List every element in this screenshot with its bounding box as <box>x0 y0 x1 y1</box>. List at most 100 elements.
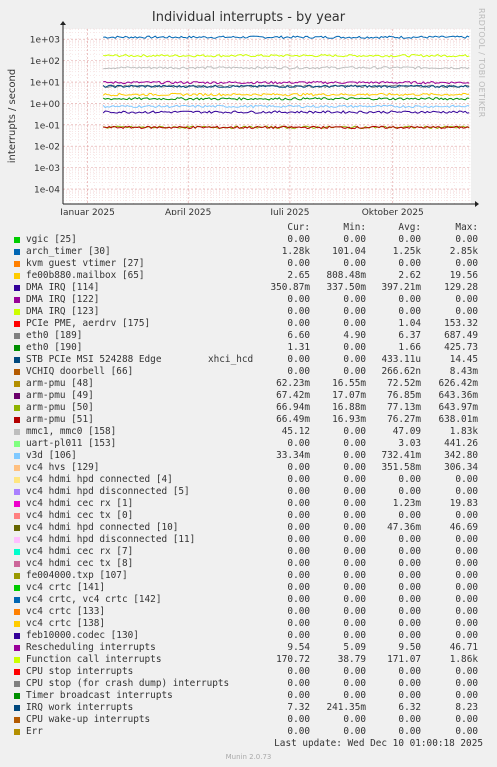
legend-value-max: 643.97m <box>438 402 478 413</box>
legend-value-max: 306.34 <box>444 462 478 473</box>
legend-value-max: 0.00 <box>455 582 478 593</box>
legend-swatch <box>14 333 20 339</box>
legend-name: Rescheduling interrupts <box>26 642 156 653</box>
legend-swatch <box>14 441 20 447</box>
legend-value-max: 643.36m <box>438 390 478 401</box>
x-axis-arrow <box>475 201 479 207</box>
legend-swatch <box>14 489 20 495</box>
y-axis-label: interrupts / second <box>7 69 18 163</box>
legend-value-max: 0.00 <box>455 618 478 629</box>
legend-swatch <box>14 537 20 543</box>
legend-name: arch_timer [30] <box>26 246 111 257</box>
legend-name: Err <box>26 726 43 737</box>
legend-name: fe00b880.mailbox [65] <box>26 270 145 281</box>
legend-swatch <box>14 321 20 327</box>
legend-swatch <box>14 705 20 711</box>
legend-name: uart-pl011 [153] <box>26 438 117 449</box>
legend-value-max: 626.42m <box>438 378 478 389</box>
legend-swatch <box>14 693 20 699</box>
legend-column-max: Max: <box>455 222 478 233</box>
munin-version: Munin 2.0.73 <box>225 753 272 761</box>
x-tick-label: Oktober 2025 <box>362 208 424 215</box>
y-tick-label: 1e-01 <box>34 121 60 131</box>
legend-name: arm-pmu [49] <box>26 390 94 401</box>
last-update: Last update: Wed Dec 10 01:00:18 2025 <box>274 738 483 749</box>
legend-value-max: 19.83 <box>449 498 478 509</box>
legend-swatch <box>14 477 20 483</box>
legend-swatch <box>14 717 20 723</box>
legend-swatch <box>14 657 20 663</box>
legend-name: CPU wake-up interrupts <box>26 714 151 725</box>
legend-name: vc4 hvs [129] <box>26 462 100 473</box>
legend-name: vc4 hdmi cec rx [1] <box>26 498 134 509</box>
x-tick-label: Januar 2025 <box>59 208 115 215</box>
y-tick-label: 1e-04 <box>34 186 60 196</box>
legend-value-max: 8.23 <box>455 702 478 713</box>
legend-swatch <box>14 549 20 555</box>
legend-swatch <box>14 417 20 423</box>
legend-name: IRQ work interrupts <box>26 702 134 713</box>
legend-swatch <box>14 309 20 315</box>
legend-name: PCIe PME, aerdrv [175] <box>26 318 151 329</box>
legend-name: arm-pmu [50] <box>26 402 94 413</box>
legend-swatch <box>14 681 20 687</box>
legend-value-max: 425.73 <box>444 342 478 353</box>
legend-name: vc4 crtc, vc4 crtc [142] <box>26 594 162 605</box>
legend-value-max: 0.00 <box>455 294 478 305</box>
legend-value-max: 0.00 <box>455 606 478 617</box>
legend-name: VCHIQ doorbell [66] <box>26 366 134 377</box>
legend-value-max: 441.26 <box>444 438 478 449</box>
legend-swatch <box>14 285 20 291</box>
legend-name: vc4 hdmi hpd connected [10] <box>26 522 179 533</box>
legend-name: arm-pmu [48] <box>26 378 94 389</box>
legend-name: vc4 hdmi hpd connected [4] <box>26 474 173 485</box>
legend-swatch <box>14 429 20 435</box>
legend-name: v3d [106] <box>26 450 77 461</box>
legend-swatch <box>14 525 20 531</box>
legend-name: Function call interrupts <box>26 654 162 665</box>
legend-value-max: 0.00 <box>455 306 478 317</box>
legend-value-max: 687.49 <box>444 330 478 341</box>
legend-value-max: 14.45 <box>449 354 478 365</box>
legend-value-max: 153.32 <box>444 318 478 329</box>
legend-value-max: 0.00 <box>455 570 478 581</box>
legend-name: arm-pmu [51] <box>26 414 94 425</box>
legend-value-max: 0.00 <box>455 558 478 569</box>
y-tick-label: 1e+01 <box>30 79 60 89</box>
legend-value-max: 0.00 <box>455 510 478 521</box>
legend-name: vc4 crtc [133] <box>26 606 106 617</box>
legend-name: feb10000.codec [130] <box>26 630 139 641</box>
legend-value-max: 2.85k <box>449 246 478 257</box>
legend-swatch <box>14 501 20 507</box>
legend-value-max: 19.56 <box>449 270 478 281</box>
legend-name: DMA IRQ [122] <box>26 294 100 305</box>
legend-name: vc4 hdmi cec rx [7] <box>26 546 134 557</box>
legend-value-max: 342.80 <box>444 450 478 461</box>
y-tick-label: 1e-03 <box>34 164 60 174</box>
legend-name: vc4 hdmi hpd disconnected [11] <box>26 534 196 545</box>
legend-value-max: 129.28 <box>444 282 478 293</box>
legend-name: eth0 [189] <box>26 330 83 341</box>
legend-name: CPU stop (for crash dump) interrupts <box>26 678 230 689</box>
legend-name: vc4 hdmi hpd disconnected [5] <box>26 486 190 497</box>
legend-value-max: 8.43m <box>449 366 478 377</box>
legend-value-max: 0.00 <box>455 234 478 245</box>
legend-value-max: 0.00 <box>455 594 478 605</box>
y-tick-label: 1e+03 <box>30 36 60 46</box>
legend-name: DMA IRQ [123] <box>26 306 100 317</box>
legend-value-max: 46.71 <box>449 642 478 653</box>
legend-swatch <box>14 669 20 675</box>
legend-swatch <box>14 729 20 735</box>
legend-value-max: 0.00 <box>455 486 478 497</box>
y-axis-arrow <box>60 21 66 25</box>
x-tick-label: Juli 2025 <box>269 208 309 215</box>
y-tick-label: 1e-02 <box>34 143 60 153</box>
legend-name: mmc1, mmc0 [158] <box>26 426 117 437</box>
legend-swatch <box>14 345 20 351</box>
legend-swatch <box>14 465 20 471</box>
legend-name: STB PCIe MSI 524288 Edge <box>26 354 162 365</box>
legend-swatch <box>14 273 20 279</box>
chart-area: 1e-04 1e-03 1e-02 1e-01 1e+00 1e+01 1e+02 1e+03… <box>7 21 479 215</box>
y-tick-label: 1e+02 <box>30 57 60 67</box>
legend-swatch <box>14 453 20 459</box>
